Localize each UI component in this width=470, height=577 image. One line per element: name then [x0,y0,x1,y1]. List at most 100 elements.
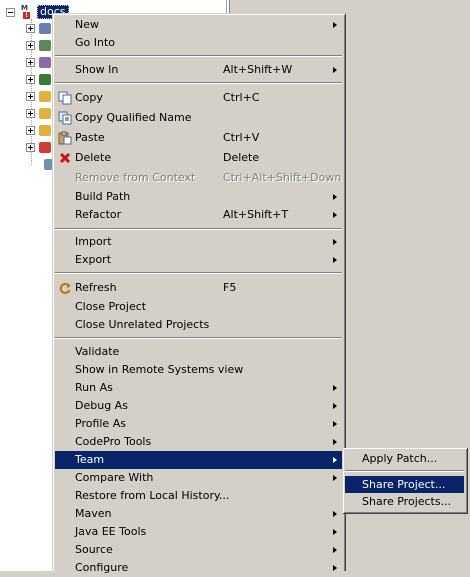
menu-item-shortcut: F5 [223,281,237,294]
submenu-arrow-icon [333,421,337,427]
folder-icon [39,124,51,136]
menu-item-label: Remove from Context [75,171,196,184]
menu-item-label: Import [75,235,112,248]
menu-item-label: Show In [75,63,119,76]
submenu-item-share-projects[interactable]: Share Projects... [345,493,464,510]
menu-item-label: Delete [75,151,112,164]
web-app-libraries-icon [39,39,51,51]
expand-toggle-icon[interactable] [26,57,35,67]
error-folder-icon [39,141,51,153]
menu-item-restore-from-local-history[interactable]: Restore from Local History... [55,487,342,505]
submenu-arrow-icon [333,565,337,571]
menu-item-refresh[interactable]: Refresh F5 [55,279,342,297]
menu-item-label: Debug As [75,399,128,412]
menu-item-label: Refresh [75,281,117,294]
tree-item[interactable] [26,141,51,153]
tree-item[interactable] [26,22,51,34]
tree-item[interactable] [26,90,51,102]
menu-item-codepro-tools[interactable]: CodePro Tools [55,433,342,451]
expand-toggle-icon[interactable] [26,23,35,33]
menu-item-copy[interactable]: Copy Ctrl+C [55,89,342,107]
submenu-item-apply-patch[interactable]: Apply Patch... [345,450,464,467]
tree-item[interactable] [26,56,51,68]
menu-item-close-project[interactable]: Close Project [55,298,342,316]
submenu-item-label: Share Projects... [362,495,452,508]
menu-item-label: Paste [75,131,105,144]
submenu-arrow-icon [333,194,337,200]
menu-item-label: Export [75,253,112,266]
tree-item[interactable] [26,39,51,51]
menu-item-debug-as[interactable]: Debug As [55,397,342,415]
menu-item-label: Team [75,453,105,466]
menu-item-label: Restore from Local History... [75,489,230,502]
menu-separator [55,55,342,57]
menu-item-show-in[interactable]: Show In Alt+Shift+W [55,61,342,79]
expand-toggle-icon[interactable] [26,142,35,152]
menu-item-new[interactable]: New [55,16,342,34]
expand-toggle-icon[interactable] [26,125,35,135]
menu-item-export[interactable]: Export [55,251,342,269]
menu-item-shortcut: Ctrl+C [223,91,260,104]
menu-item-maven[interactable]: Maven [55,505,342,523]
copy-qualified-name-icon [58,111,72,125]
submenu-arrow-icon [333,511,337,517]
folder-icon [39,90,51,102]
submenu-arrow-icon [333,529,337,535]
menu-item-refactor[interactable]: Refactor Alt+Shift+T [55,206,342,224]
menu-item-source[interactable]: Source [55,541,342,559]
build-icon [39,73,51,85]
menu-item-delete[interactable]: Delete Delete [55,149,342,167]
context-menu: New Go Into Show In Alt+Shift+W Copy Ctrl+… [52,13,346,574]
menu-item-go-into[interactable]: Go Into [55,34,342,52]
submenu-item-share-project[interactable]: Share Project... [345,476,464,493]
menu-item-label: Copy Qualified Name [75,111,192,124]
menu-item-close-unrelated-projects[interactable]: Close Unrelated Projects [55,316,342,334]
tree-item[interactable] [26,124,51,136]
tree-item[interactable] [26,107,51,119]
menu-item-profile-as[interactable]: Profile As [55,415,342,433]
menu-item-build-path[interactable]: Build Path [55,188,342,206]
submenu-item-label: Share Project... [362,478,446,491]
submenu-arrow-icon [333,22,337,28]
submenu-arrow-icon [333,439,337,445]
menu-item-shortcut: Alt+Shift+T [223,208,289,221]
menu-item-show-in-remote-systems-view[interactable]: Show in Remote Systems view [55,361,342,379]
expand-toggle-icon[interactable] [26,40,35,50]
menu-item-compare-with[interactable]: Compare With [55,469,342,487]
team-submenu: Apply Patch... Share Project... Share Pr… [343,448,468,514]
menu-separator [55,228,342,230]
menu-item-validate[interactable]: Validate [55,343,342,361]
menu-item-label: Compare With [75,471,154,484]
paste-icon [58,131,72,145]
menu-item-shortcut: Alt+Shift+W [223,63,293,76]
folder-icon [39,107,51,119]
menu-item-label: Validate [75,345,120,358]
submenu-arrow-icon [333,67,337,73]
maven-dependencies-icon [39,56,51,68]
expand-toggle-icon[interactable] [26,108,35,118]
menu-item-label: Refactor [75,208,122,221]
submenu-arrow-icon [333,239,337,245]
menu-item-label: Run As [75,381,113,394]
menu-item-label: Build Path [75,190,131,203]
menu-item-team[interactable]: Team [55,451,342,469]
delete-icon [59,152,71,164]
menu-item-paste[interactable]: Paste Ctrl+V [55,129,342,147]
menu-item-run-as[interactable]: Run As [55,379,342,397]
menu-item-label: Configure [75,561,129,574]
submenu-arrow-icon [333,212,337,218]
menu-item-label: New [75,18,99,31]
expand-toggle-icon[interactable] [26,91,35,101]
menu-item-shortcut: Ctrl+V [223,131,260,144]
menu-separator [55,272,342,274]
submenu-arrow-icon [333,257,337,263]
menu-item-copy-qualified-name[interactable]: Copy Qualified Name [55,109,342,127]
expand-toggle-icon[interactable] [26,74,35,84]
menu-item-import[interactable]: Import [55,233,342,251]
collapse-toggle-icon[interactable] [6,7,15,17]
menu-item-label: Java EE Tools [75,525,147,538]
tree-item[interactable] [26,73,51,85]
menu-item-java-ee-tools[interactable]: Java EE Tools [55,523,342,541]
menu-item-configure[interactable]: Configure [55,559,342,577]
menu-item-label: Close Unrelated Projects [75,318,210,331]
